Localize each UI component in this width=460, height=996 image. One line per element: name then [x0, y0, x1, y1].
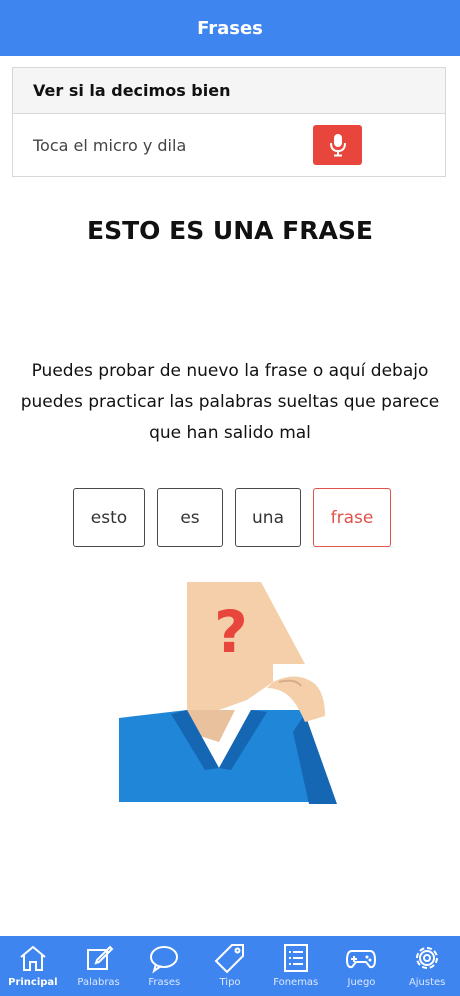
- microphone-icon: [329, 134, 346, 157]
- word-button-frase[interactable]: frase: [313, 488, 391, 547]
- tab-label-tipo: Tipo: [219, 977, 241, 988]
- tab-juego[interactable]: Juego: [329, 936, 395, 996]
- word-button-una[interactable]: una: [235, 488, 301, 547]
- tab-tipo[interactable]: Tipo: [197, 936, 263, 996]
- word-button-esto[interactable]: esto: [73, 488, 145, 547]
- list-icon: [283, 944, 308, 972]
- card-heading: Ver si la decimos bien: [13, 68, 445, 114]
- tab-label-frases: Frases: [148, 977, 181, 988]
- card-instruction-row: Toca el micro y dila: [13, 114, 445, 176]
- tag-icon: [214, 944, 245, 974]
- speech-check-card: Ver si la decimos bien Toca el micro y d…: [12, 67, 446, 177]
- word-button-es[interactable]: es: [157, 488, 223, 547]
- tab-frases[interactable]: Frases: [131, 936, 197, 996]
- tab-palabras[interactable]: Palabras: [66, 936, 132, 996]
- phrase-text: ESTO ES UNA FRASE: [87, 216, 373, 245]
- tab-principal[interactable]: Principal: [0, 936, 66, 996]
- home-icon: [20, 945, 46, 971]
- practice-hint: Puedes probar de nuevo la frase o aquí d…: [20, 361, 440, 443]
- card-instruction: Toca el micro y dila: [33, 135, 187, 155]
- edit-icon: [86, 945, 113, 970]
- app-header: Frases: [0, 0, 460, 56]
- microphone-button[interactable]: [313, 125, 362, 165]
- gamepad-icon: [346, 950, 377, 969]
- tab-label-principal: Principal: [8, 977, 58, 988]
- bottom-tab-bar: Principal Palabras Frases Tipo Fonemas J…: [0, 936, 460, 996]
- tab-label-juego: Juego: [347, 977, 376, 988]
- speech-bubble-icon: [150, 946, 179, 974]
- tab-label-fonemas: Fonemas: [273, 977, 319, 988]
- tab-ajustes[interactable]: Ajustes: [394, 936, 460, 996]
- gear-icon: [416, 947, 439, 969]
- thinking-person-illustration: ?: [119, 582, 337, 804]
- svg-text:?: ?: [214, 598, 248, 666]
- tab-label-ajustes: Ajustes: [408, 977, 446, 988]
- tab-fonemas[interactable]: Fonemas: [263, 936, 329, 996]
- tab-label-palabras: Palabras: [77, 977, 120, 988]
- page-title: Frases: [197, 17, 263, 39]
